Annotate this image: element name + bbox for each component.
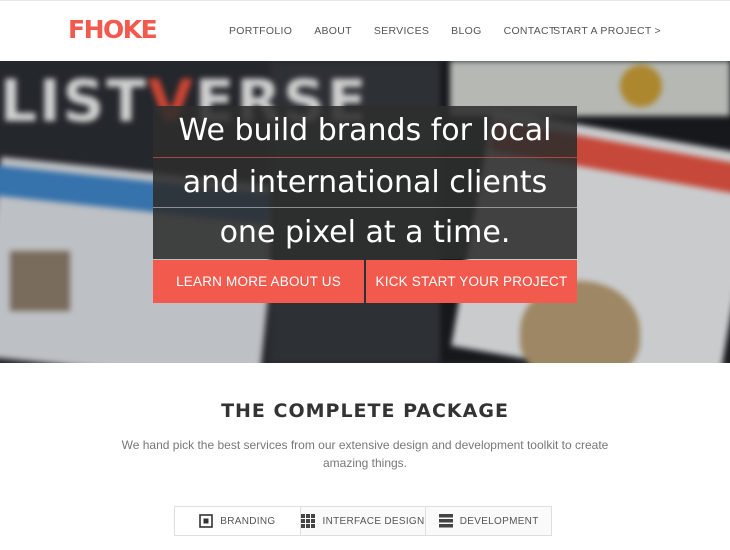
hero-buttons: LEARN MORE ABOUT US KICK START YOUR PROJ… — [153, 260, 577, 303]
stack-bars-icon — [438, 514, 453, 528]
headline-line-3: one pixel at a time. — [153, 208, 577, 259]
hero-section: LISTVERSE We build brands for local and … — [0, 61, 730, 363]
nav-portfolio[interactable]: PORTFOLIO — [218, 23, 303, 39]
start-project-link[interactable]: START A PROJECT > — [553, 23, 661, 39]
hero-headline: We build brands for local and internatio… — [153, 106, 577, 303]
headline-line-2: and international clients — [153, 157, 577, 208]
nav-blog[interactable]: BLOG — [440, 23, 492, 39]
tab-development[interactable]: DEVELOPMENT — [426, 507, 551, 535]
learn-more-button[interactable]: LEARN MORE ABOUT US — [153, 260, 364, 303]
services-tabs: BRANDING INTERFACE DESIGN DEVELOPMENT — [174, 506, 552, 536]
section-description: We hand pick the best services from our … — [121, 438, 609, 470]
tab-label: DEVELOPMENT — [459, 515, 539, 527]
tab-branding[interactable]: BRANDING — [175, 507, 301, 535]
main-nav: PORTFOLIO ABOUT SERVICES BLOG CONTACT — [218, 23, 567, 39]
branding-square-icon — [199, 514, 214, 528]
headline-line-1: We build brands for local — [153, 106, 577, 157]
site-header: FHOKE PORTFOLIO ABOUT SERVICES BLOG CONT… — [0, 0, 730, 61]
kick-start-button[interactable]: KICK START YOUR PROJECT — [366, 260, 577, 303]
tab-label: INTERFACE DESIGN — [322, 515, 425, 527]
tab-interface-design[interactable]: INTERFACE DESIGN — [301, 507, 427, 535]
tab-label: BRANDING — [220, 515, 276, 527]
site-logo[interactable]: FHOKE — [68, 15, 158, 45]
grid-icon — [301, 514, 316, 528]
nav-about[interactable]: ABOUT — [303, 23, 363, 39]
section-title: THE COMPLETE PACKAGE — [221, 400, 509, 422]
nav-services[interactable]: SERVICES — [363, 23, 440, 39]
